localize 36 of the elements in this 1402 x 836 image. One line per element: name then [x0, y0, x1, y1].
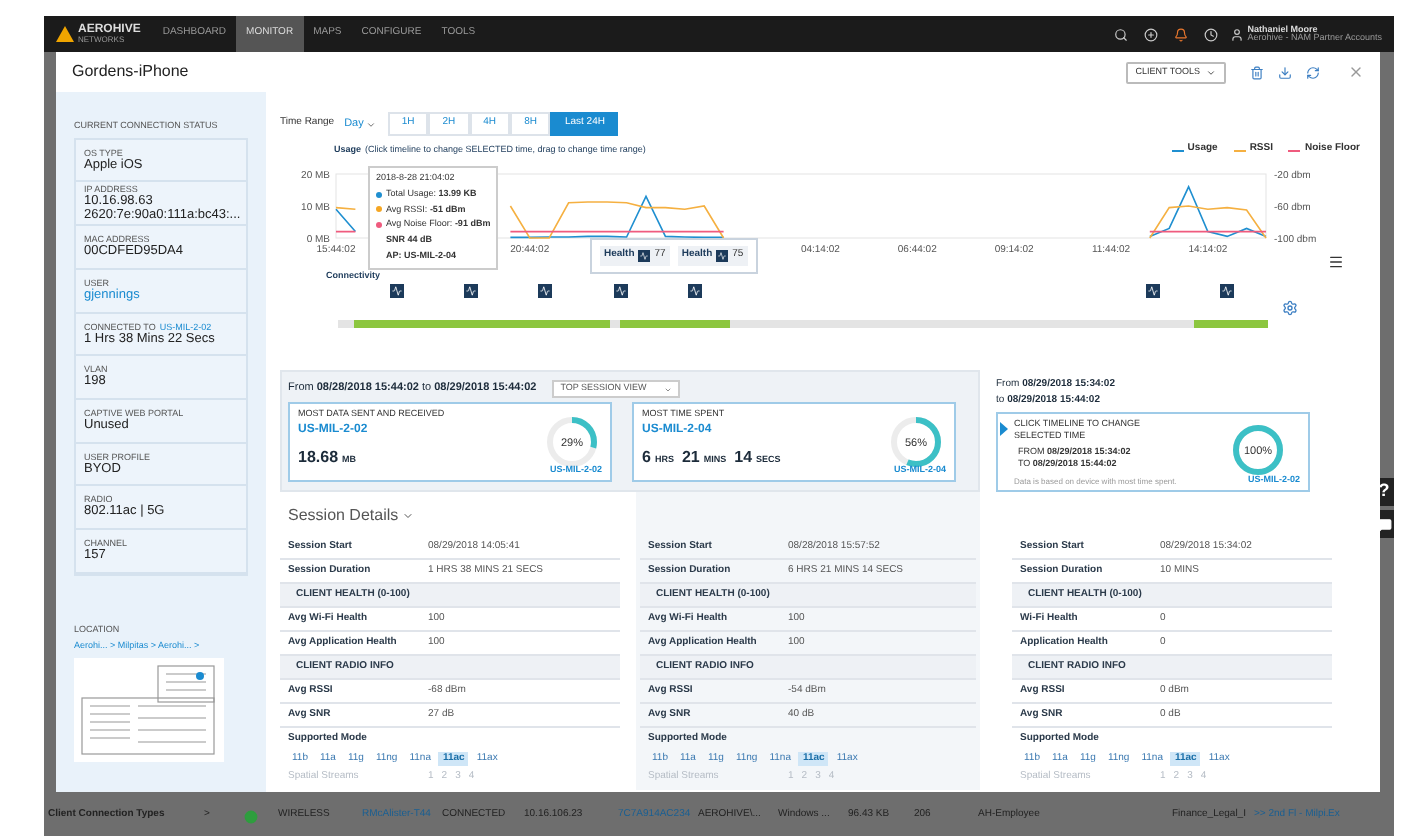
bell-icon[interactable]: [1173, 27, 1188, 41]
modal-title: Gordens-iPhone: [72, 60, 189, 84]
metric-number: 18.68: [298, 445, 339, 470]
add-icon[interactable]: [1143, 27, 1158, 41]
health-marker-icon[interactable]: [390, 284, 405, 298]
health-marker-icon[interactable]: [1145, 284, 1160, 298]
section-toggle[interactable]: Session Details: [288, 504, 415, 528]
timeline-segment: [1194, 320, 1268, 328]
health-icon: [638, 249, 651, 262]
clock-icon[interactable]: [1203, 27, 1218, 41]
metric-number: 6: [642, 445, 651, 470]
health-icon: [716, 249, 729, 262]
metric-number: 14: [734, 445, 753, 470]
caret-icon: [365, 119, 376, 129]
metric-number: 21: [681, 445, 700, 470]
user-icon[interactable]: [1229, 27, 1244, 41]
timeline-track[interactable]: [338, 320, 1268, 328]
menu-icon[interactable]: [1328, 254, 1344, 270]
trash-icon[interactable]: [1250, 65, 1264, 79]
caret-icon: [1206, 67, 1216, 77]
health-marker-icon[interactable]: [537, 284, 552, 298]
health-marker-icon[interactable]: [463, 284, 478, 298]
health-marker-icon[interactable]: [614, 284, 629, 298]
comment-icon[interactable]: [1377, 517, 1391, 531]
refresh-icon[interactable]: [1306, 65, 1320, 79]
pointer-icon: [1000, 422, 1008, 436]
timeline-segment: [620, 320, 730, 328]
status-icon: [244, 809, 258, 823]
settings-icon[interactable]: [1282, 300, 1298, 316]
download-icon[interactable]: [1278, 65, 1292, 79]
close-icon[interactable]: [1348, 64, 1364, 80]
logo-icon: [56, 26, 74, 42]
health-marker-icon[interactable]: [688, 284, 703, 298]
search-icon[interactable]: [1113, 27, 1128, 41]
caret-icon: [402, 510, 415, 522]
health-marker-icon[interactable]: [1219, 284, 1234, 298]
